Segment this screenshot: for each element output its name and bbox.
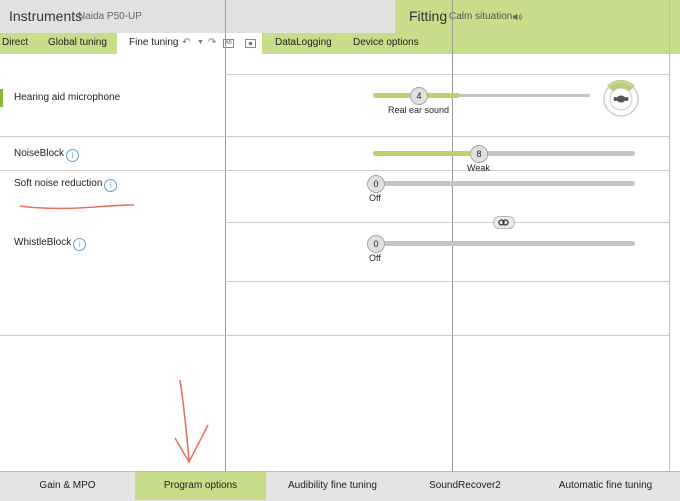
bottom-tab-automatic-fine-tuning[interactable]: Automatic fine tuning: [531, 472, 680, 500]
annotation-layer: [19, 204, 209, 464]
bottom-tab-program-options[interactable]: Program options: [135, 472, 266, 500]
bottom-tab-soundrecover2[interactable]: SoundRecover2: [399, 472, 531, 500]
red-underline-annotation: [19, 204, 135, 210]
bottom-tab-gain-mpo[interactable]: Gain & MPO: [0, 472, 135, 500]
bottom-tab-audibility-fine-tuning[interactable]: Audibility fine tuning: [266, 472, 399, 500]
